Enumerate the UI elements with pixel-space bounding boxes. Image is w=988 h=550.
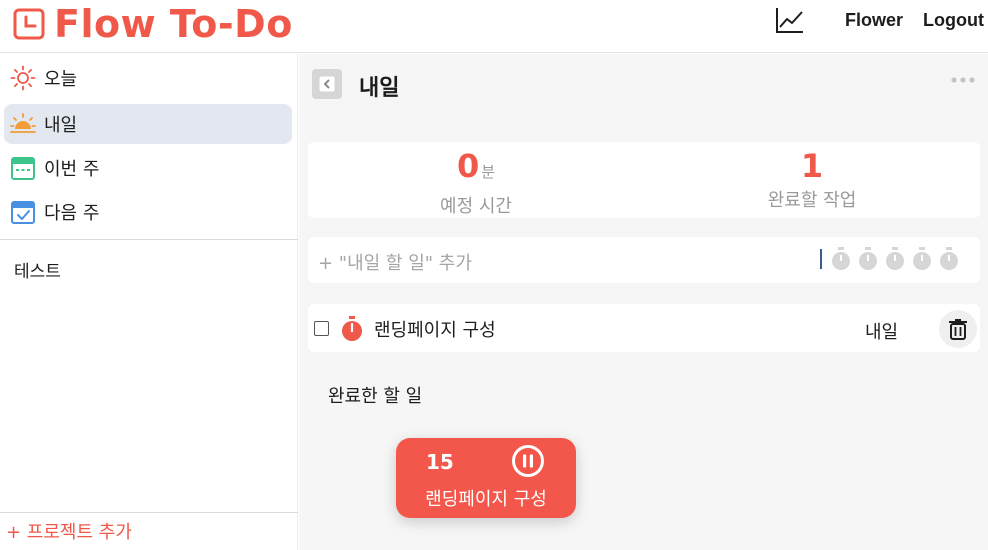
sidebar: 오늘 내일 이번 주 다음 주 테스트 + 프로젝트 추가	[0, 54, 298, 550]
stat-label: 완료할 작업	[767, 190, 857, 211]
add-project-button[interactable]: + 프로젝트 추가	[6, 518, 132, 544]
stopwatch-icon[interactable]	[340, 315, 364, 343]
logout-link[interactable]: Logout	[923, 10, 984, 31]
task-checkbox[interactable]	[314, 321, 329, 336]
app-title: Flow To-Do	[54, 2, 293, 46]
trash-icon	[949, 319, 967, 340]
sidebar-item-label: 이번 주	[44, 159, 100, 180]
delete-task-button[interactable]	[939, 310, 977, 348]
calendar-week-icon	[11, 157, 35, 180]
stat-tasks-remaining: 1 완료할 작업	[644, 146, 980, 212]
sunrise-icon	[10, 113, 36, 133]
stopwatch-icon[interactable]	[938, 246, 960, 272]
stat-value: 0	[456, 147, 480, 185]
line-chart-icon[interactable]	[775, 6, 805, 34]
collapse-sidebar-button[interactable]	[312, 69, 342, 99]
task-due-date[interactable]: 내일	[865, 318, 898, 344]
chevron-left-icon	[319, 76, 335, 92]
stat-value: 1	[800, 147, 824, 185]
sidebar-item-tomorrow[interactable]: 내일	[4, 104, 292, 144]
completed-section-header[interactable]: 완료한 할 일	[328, 382, 422, 408]
sidebar-item-this-week[interactable]: 이번 주	[4, 148, 292, 188]
stopwatch-icon[interactable]	[884, 246, 906, 272]
task-row[interactable]: 랜딩페이지 구성 내일	[308, 304, 980, 352]
timer-task-title: 랜딩페이지 구성	[425, 489, 547, 510]
sidebar-project-item[interactable]: 테스트	[14, 257, 61, 282]
stat-unit: 분	[481, 163, 496, 181]
sidebar-item-label: 오늘	[44, 69, 78, 90]
timer-count: 15	[426, 450, 454, 474]
page-title: 내일	[359, 76, 400, 101]
stopwatch-icon[interactable]	[857, 246, 879, 272]
sun-icon	[10, 65, 36, 91]
calendar-check-icon	[11, 201, 35, 224]
app-logo[interactable]: Flow To-Do	[12, 2, 293, 46]
flower-link[interactable]: Flower	[845, 10, 903, 31]
stat-estimated-time: 0분 예정 시간	[308, 146, 644, 218]
pause-icon[interactable]	[511, 444, 545, 478]
add-task-placeholder: + "내일 할 일" 추가	[318, 253, 472, 274]
sidebar-item-next-week[interactable]: 다음 주	[4, 192, 292, 232]
pomodoro-estimate-selector[interactable]	[830, 246, 965, 272]
sidebar-item-today[interactable]: 오늘	[4, 58, 292, 98]
more-options-icon[interactable]	[950, 76, 976, 84]
sidebar-item-label: 내일	[44, 115, 78, 136]
floating-timer[interactable]: 15 랜딩페이지 구성	[396, 438, 576, 518]
sidebar-divider	[0, 512, 298, 513]
add-task-input[interactable]: + "내일 할 일" 추가	[308, 237, 980, 283]
stopwatch-icon[interactable]	[911, 246, 933, 272]
text-cursor	[820, 249, 822, 269]
sidebar-item-label: 다음 주	[44, 203, 100, 224]
stats-panel: 0분 예정 시간 1 완료할 작업	[308, 142, 980, 218]
sidebar-divider	[0, 239, 298, 240]
stopwatch-icon[interactable]	[830, 246, 852, 272]
stat-label: 예정 시간	[440, 196, 512, 217]
app-header: Flow To-Do Flower Logout	[0, 0, 988, 53]
task-title[interactable]: 랜딩페이지 구성	[374, 316, 496, 342]
clock-icon	[13, 8, 45, 40]
